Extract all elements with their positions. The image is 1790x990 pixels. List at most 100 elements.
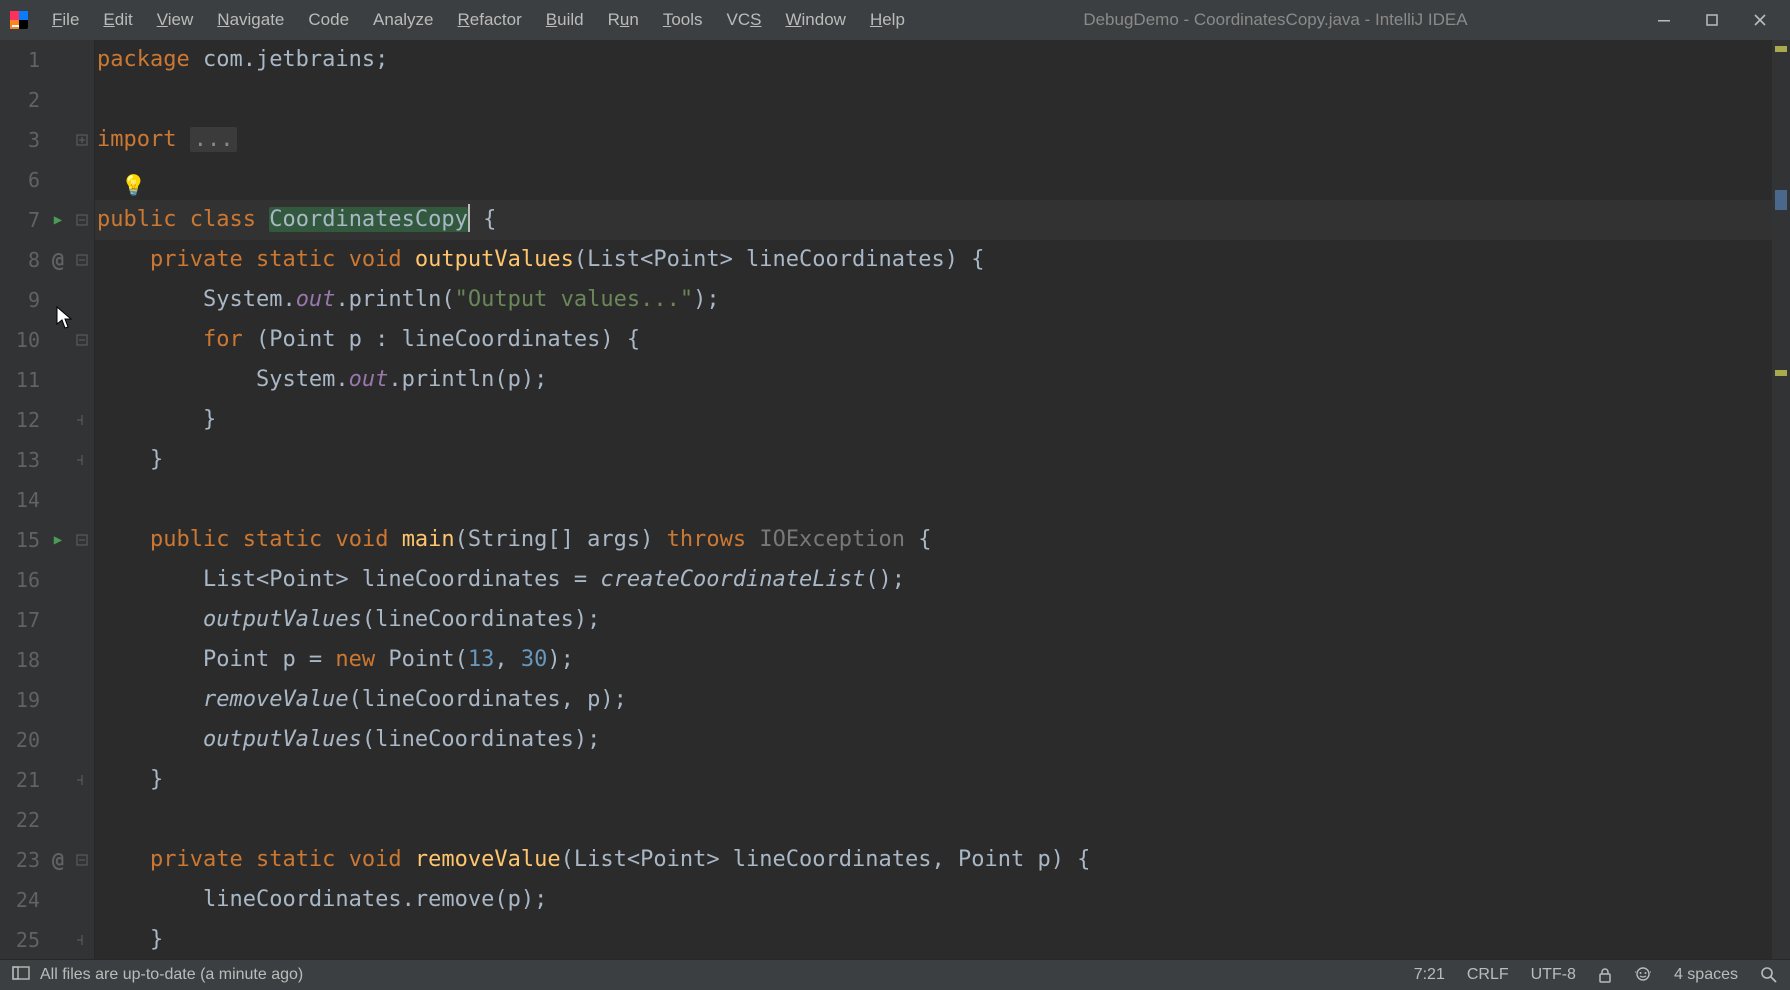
ide-features-trainer-icon[interactable] [1634,967,1652,983]
code-line[interactable]: System.out.println("Output values..."); [95,280,1790,320]
line-separator[interactable]: CRLF [1467,966,1509,984]
close-button[interactable] [1750,10,1770,30]
code-line[interactable]: outputValues(lineCoordinates); [95,720,1790,760]
titlebar: File Edit View Navigate Code Analyze Ref… [0,0,1790,41]
menu-refactor[interactable]: Refactor [446,6,534,34]
tool-windows-icon[interactable] [12,966,30,985]
line-number[interactable]: 19 [0,680,44,720]
line-number[interactable]: 11 [0,360,44,400]
menu-navigate[interactable]: Navigate [205,6,296,34]
code-line[interactable]: outputValues(lineCoordinates); [95,600,1790,640]
code-editor[interactable]: 💡 package com.jetbrains; import ... publ… [95,40,1790,960]
line-number[interactable]: 20 [0,720,44,760]
window-controls [1654,10,1770,30]
intention-bulb-icon[interactable]: 💡 [121,165,146,205]
code-line[interactable]: lineCoordinates.remove(p); [95,880,1790,920]
code-line[interactable]: List<Point> lineCoordinates = createCoor… [95,560,1790,600]
editor-error-stripe[interactable] [1772,40,1790,960]
menu-help[interactable]: Help [858,6,917,34]
intellij-icon [8,9,30,31]
code-line[interactable]: private static void outputValues(List<Po… [95,240,1790,280]
menu-file[interactable]: File [40,6,91,34]
menu-tools[interactable]: Tools [651,6,715,34]
code-line[interactable]: System.out.println(p); [95,360,1790,400]
minimize-button[interactable] [1654,10,1674,30]
code-line[interactable]: public class CoordinatesCopy { [95,200,1790,240]
code-line[interactable] [95,160,1790,200]
line-number[interactable]: 9 [0,280,44,320]
menu-code[interactable]: Code [296,6,361,34]
line-number[interactable]: 12 [0,400,44,440]
fold-end-icon[interactable] [72,934,92,946]
line-number[interactable]: 22 [0,800,44,840]
menu-edit[interactable]: Edit [91,6,144,34]
run-main-icon[interactable]: ▶ [54,520,62,560]
menu-build[interactable]: Build [534,6,596,34]
stripe-marker-warning[interactable] [1775,46,1787,52]
editor-gutter[interactable]: 1 2 3 6 7▶ 8@ 9 10 11 12 13 14 15▶ 16 17… [0,40,95,960]
code-line[interactable]: package com.jetbrains; [95,40,1790,80]
annotation-icon[interactable]: @ [52,840,64,880]
fold-collapse-icon[interactable] [72,854,92,866]
menu-vcs[interactable]: VCS [715,6,774,34]
code-line[interactable]: } [95,400,1790,440]
code-line[interactable]: removeValue(lineCoordinates, p); [95,680,1790,720]
fold-collapse-icon[interactable] [72,534,92,546]
code-line[interactable]: import ... [95,120,1790,160]
line-number[interactable]: 1 [0,40,44,80]
stripe-marker-info[interactable] [1775,190,1787,210]
editor: 1 2 3 6 7▶ 8@ 9 10 11 12 13 14 15▶ 16 17… [0,40,1790,960]
code-line[interactable] [95,80,1790,120]
menu-analyze[interactable]: Analyze [361,6,445,34]
line-number[interactable]: 10 [0,320,44,360]
window-title-area: DebugDemo - CoordinatesCopy.java - Intel… [917,10,1634,30]
indent-settings[interactable]: 4 spaces [1674,966,1738,984]
run-class-icon[interactable]: ▶ [54,200,62,240]
menu-window[interactable]: Window [773,6,857,34]
fold-collapse-icon[interactable] [72,334,92,346]
code-line[interactable]: Point p = new Point(13, 30); [95,640,1790,680]
line-number[interactable]: 23 [0,840,44,880]
fold-expand-icon[interactable] [72,134,92,146]
line-number[interactable]: 14 [0,480,44,520]
fold-collapse-icon[interactable] [72,214,92,226]
inspections-widget-icon[interactable] [1760,966,1778,984]
annotation-icon[interactable]: @ [52,240,64,280]
line-number[interactable]: 16 [0,560,44,600]
file-encoding[interactable]: UTF-8 [1531,966,1576,984]
line-number[interactable]: 25 [0,920,44,960]
maximize-button[interactable] [1702,10,1722,30]
line-number[interactable]: 2 [0,80,44,120]
menu-run[interactable]: Run [596,6,651,34]
line-number[interactable]: 24 [0,880,44,920]
fold-end-icon[interactable] [72,454,92,466]
line-number[interactable]: 18 [0,640,44,680]
line-number[interactable]: 21 [0,760,44,800]
fold-collapse-icon[interactable] [72,254,92,266]
readonly-toggle-icon[interactable] [1598,967,1612,983]
stripe-marker-warning[interactable] [1775,370,1787,376]
code-line[interactable]: private static void removeValue(List<Poi… [95,840,1790,880]
caret-position[interactable]: 7:21 [1414,966,1445,984]
line-number[interactable]: 15 [0,520,44,560]
line-number[interactable]: 7 [0,200,44,240]
window-title: DebugDemo - CoordinatesCopy.java - Intel… [1083,10,1467,30]
menu-view[interactable]: View [145,6,206,34]
code-line[interactable]: } [95,920,1790,960]
text-caret [468,204,470,232]
line-number[interactable]: 13 [0,440,44,480]
code-line[interactable]: } [95,440,1790,480]
code-line[interactable]: } [95,760,1790,800]
fold-end-icon[interactable] [72,414,92,426]
code-line[interactable]: for (Point p : lineCoordinates) { [95,320,1790,360]
line-number[interactable]: 8 [0,240,44,280]
line-number[interactable]: 3 [0,120,44,160]
line-number[interactable]: 17 [0,600,44,640]
main-menu: File Edit View Navigate Code Analyze Ref… [40,6,917,34]
code-line[interactable]: public static void main(String[] args) t… [95,520,1790,560]
code-line[interactable] [95,800,1790,840]
fold-end-icon[interactable] [72,774,92,786]
line-number[interactable]: 6 [0,160,44,200]
status-bar: All files are up-to-date (a minute ago) … [0,959,1790,990]
code-line[interactable] [95,480,1790,520]
